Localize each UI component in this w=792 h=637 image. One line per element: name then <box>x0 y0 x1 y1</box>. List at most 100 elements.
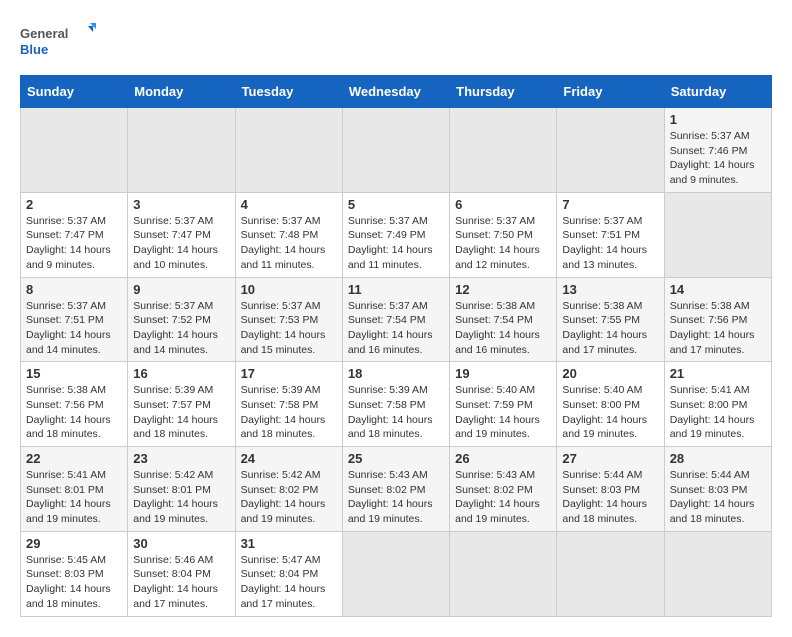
day-number: 30 <box>133 536 229 551</box>
day-number: 15 <box>26 366 122 381</box>
day-number: 2 <box>26 197 122 212</box>
day-number: 9 <box>133 282 229 297</box>
calendar-header-monday: Monday <box>128 76 235 108</box>
calendar-cell: 14 Sunrise: 5:38 AMSunset: 7:56 PMDayligh… <box>664 277 771 362</box>
day-info: Sunrise: 5:37 AMSunset: 7:49 PMDaylight:… <box>348 214 444 273</box>
day-info: Sunrise: 5:38 AMSunset: 7:56 PMDaylight:… <box>670 299 766 358</box>
calendar-week-3: 8 Sunrise: 5:37 AMSunset: 7:51 PMDaylight… <box>21 277 772 362</box>
day-info: Sunrise: 5:42 AMSunset: 8:02 PMDaylight:… <box>241 468 337 527</box>
day-number: 14 <box>670 282 766 297</box>
day-info: Sunrise: 5:46 AMSunset: 8:04 PMDaylight:… <box>133 553 229 612</box>
calendar-cell <box>557 531 664 616</box>
calendar-cell: 4 Sunrise: 5:37 AMSunset: 7:48 PMDaylight… <box>235 192 342 277</box>
calendar-week-4: 15 Sunrise: 5:38 AMSunset: 7:56 PMDayligh… <box>21 362 772 447</box>
day-info: Sunrise: 5:37 AMSunset: 7:53 PMDaylight:… <box>241 299 337 358</box>
calendar-cell: 19Sunrise: 5:40 AMSunset: 7:59 PMDayligh… <box>450 362 557 447</box>
day-info: Sunrise: 5:38 AMSunset: 7:55 PMDaylight:… <box>562 299 658 358</box>
calendar-cell: 15 Sunrise: 5:38 AMSunset: 7:56 PMDayligh… <box>21 362 128 447</box>
calendar-cell: 25 Sunrise: 5:43 AMSunset: 8:02 PMDayligh… <box>342 447 449 532</box>
day-info: Sunrise: 5:43 AMSunset: 8:02 PMDaylight:… <box>348 468 444 527</box>
calendar-header-thursday: Thursday <box>450 76 557 108</box>
calendar-cell: 3 Sunrise: 5:37 AMSunset: 7:47 PMDaylight… <box>128 192 235 277</box>
calendar-cell <box>21 108 128 193</box>
day-info: Sunrise: 5:37 AMSunset: 7:52 PMDaylight:… <box>133 299 229 358</box>
calendar-cell: 7Sunrise: 5:37 AMSunset: 7:51 PMDaylight… <box>557 192 664 277</box>
calendar-cell: 11 Sunrise: 5:37 AMSunset: 7:54 PMDayligh… <box>342 277 449 362</box>
calendar-header-tuesday: Tuesday <box>235 76 342 108</box>
day-info: Sunrise: 5:44 AMSunset: 8:03 PMDaylight:… <box>562 468 658 527</box>
calendar-cell: 23 Sunrise: 5:42 AMSunset: 8:01 PMDayligh… <box>128 447 235 532</box>
day-number: 26 <box>455 451 551 466</box>
day-number: 8 <box>26 282 122 297</box>
calendar-cell: 16 Sunrise: 5:39 AMSunset: 7:57 PMDayligh… <box>128 362 235 447</box>
calendar-week-2: 2 Sunrise: 5:37 AMSunset: 7:47 PMDaylight… <box>21 192 772 277</box>
day-number: 29 <box>26 536 122 551</box>
calendar-cell <box>342 108 449 193</box>
day-number: 7 <box>562 197 658 212</box>
day-info: Sunrise: 5:37 AMSunset: 7:47 PMDaylight:… <box>26 214 122 273</box>
calendar-header-sunday: Sunday <box>21 76 128 108</box>
svg-text:General: General <box>20 26 68 41</box>
day-number: 17 <box>241 366 337 381</box>
calendar-cell: 20 Sunrise: 5:40 AMSunset: 8:00 PMDayligh… <box>557 362 664 447</box>
day-info: Sunrise: 5:40 AMSunset: 7:59 PMDaylight:… <box>455 383 551 442</box>
page-header: General Blue <box>20 20 772 65</box>
day-info: Sunrise: 5:37 AMSunset: 7:54 PMDaylight:… <box>348 299 444 358</box>
calendar-header-row: SundayMondayTuesdayWednesdayThursdayFrid… <box>21 76 772 108</box>
calendar-cell: 21Sunrise: 5:41 AMSunset: 8:00 PMDayligh… <box>664 362 771 447</box>
day-number: 11 <box>348 282 444 297</box>
day-number: 3 <box>133 197 229 212</box>
calendar-cell: 12 Sunrise: 5:38 AMSunset: 7:54 PMDayligh… <box>450 277 557 362</box>
calendar-cell: 5Sunrise: 5:37 AMSunset: 7:49 PMDaylight… <box>342 192 449 277</box>
day-info: Sunrise: 5:37 AMSunset: 7:50 PMDaylight:… <box>455 214 551 273</box>
day-info: Sunrise: 5:42 AMSunset: 8:01 PMDaylight:… <box>133 468 229 527</box>
day-info: Sunrise: 5:37 AMSunset: 7:48 PMDaylight:… <box>241 214 337 273</box>
day-info: Sunrise: 5:37 AMSunset: 7:46 PMDaylight:… <box>670 129 766 188</box>
day-info: Sunrise: 5:38 AMSunset: 7:56 PMDaylight:… <box>26 383 122 442</box>
day-info: Sunrise: 5:45 AMSunset: 8:03 PMDaylight:… <box>26 553 122 612</box>
day-number: 10 <box>241 282 337 297</box>
calendar-cell: 17Sunrise: 5:39 AMSunset: 7:58 PMDayligh… <box>235 362 342 447</box>
day-number: 4 <box>241 197 337 212</box>
calendar-cell: 9 Sunrise: 5:37 AMSunset: 7:52 PMDaylight… <box>128 277 235 362</box>
day-info: Sunrise: 5:40 AMSunset: 8:00 PMDaylight:… <box>562 383 658 442</box>
day-info: Sunrise: 5:37 AMSunset: 7:47 PMDaylight:… <box>133 214 229 273</box>
logo: General Blue <box>20 20 100 65</box>
calendar-cell <box>128 108 235 193</box>
calendar-cell: 18Sunrise: 5:39 AMSunset: 7:58 PMDayligh… <box>342 362 449 447</box>
calendar-header-saturday: Saturday <box>664 76 771 108</box>
calendar-week-1: 1 Sunrise: 5:37 AMSunset: 7:46 PMDaylight… <box>21 108 772 193</box>
day-info: Sunrise: 5:39 AMSunset: 7:57 PMDaylight:… <box>133 383 229 442</box>
day-info: Sunrise: 5:44 AMSunset: 8:03 PMDaylight:… <box>670 468 766 527</box>
day-number: 6 <box>455 197 551 212</box>
logo-svg: General Blue <box>20 20 100 65</box>
day-number: 25 <box>348 451 444 466</box>
day-number: 22 <box>26 451 122 466</box>
day-number: 12 <box>455 282 551 297</box>
day-number: 27 <box>562 451 658 466</box>
calendar-cell: 1 Sunrise: 5:37 AMSunset: 7:46 PMDaylight… <box>664 108 771 193</box>
calendar-cell: 28 Sunrise: 5:44 AMSunset: 8:03 PMDayligh… <box>664 447 771 532</box>
day-info: Sunrise: 5:38 AMSunset: 7:54 PMDaylight:… <box>455 299 551 358</box>
calendar-cell <box>557 108 664 193</box>
calendar-table: SundayMondayTuesdayWednesdayThursdayFrid… <box>20 75 772 617</box>
day-number: 21 <box>670 366 766 381</box>
calendar-week-6: 29 Sunrise: 5:45 AMSunset: 8:03 PMDayligh… <box>21 531 772 616</box>
calendar-cell: 29 Sunrise: 5:45 AMSunset: 8:03 PMDayligh… <box>21 531 128 616</box>
calendar-cell <box>450 531 557 616</box>
day-number: 20 <box>562 366 658 381</box>
calendar-cell: 8 Sunrise: 5:37 AMSunset: 7:51 PMDaylight… <box>21 277 128 362</box>
calendar-cell: 24Sunrise: 5:42 AMSunset: 8:02 PMDayligh… <box>235 447 342 532</box>
day-info: Sunrise: 5:47 AMSunset: 8:04 PMDaylight:… <box>241 553 337 612</box>
day-number: 28 <box>670 451 766 466</box>
day-number: 23 <box>133 451 229 466</box>
calendar-cell <box>342 531 449 616</box>
calendar-cell: 22Sunrise: 5:41 AMSunset: 8:01 PMDayligh… <box>21 447 128 532</box>
day-info: Sunrise: 5:37 AMSunset: 7:51 PMDaylight:… <box>26 299 122 358</box>
calendar-cell <box>664 531 771 616</box>
day-number: 16 <box>133 366 229 381</box>
day-number: 13 <box>562 282 658 297</box>
day-number: 1 <box>670 112 766 127</box>
calendar-cell: 10 Sunrise: 5:37 AMSunset: 7:53 PMDayligh… <box>235 277 342 362</box>
calendar-cell: 30 Sunrise: 5:46 AMSunset: 8:04 PMDayligh… <box>128 531 235 616</box>
